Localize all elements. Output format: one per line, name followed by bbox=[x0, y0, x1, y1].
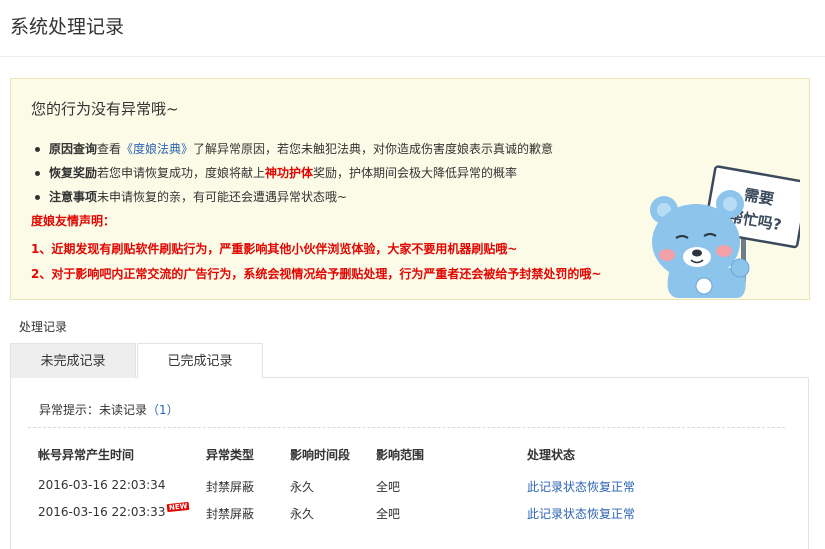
declaration-title: 度娘友情声明： bbox=[31, 214, 116, 228]
bear-paw bbox=[730, 258, 750, 278]
bullet-icon bbox=[35, 194, 40, 200]
list-item-notes: 注意事项 未申请恢复的亲，有可能还会遭遇异常状态哦~ bbox=[35, 185, 553, 209]
records-section-label: 处理记录 bbox=[19, 320, 68, 334]
bullet-icon bbox=[35, 146, 40, 152]
item-text: 了解异常原因，若您未触犯法典，对你造成伤害度娘表示真诚的歉意 bbox=[193, 142, 554, 156]
tab-incomplete-records[interactable]: 未完成记录 bbox=[10, 343, 136, 378]
chest-badge-icon bbox=[695, 277, 713, 295]
notice-heading: 您的行为没有异常哦~ bbox=[31, 100, 179, 118]
column-header: 影响时间段 bbox=[290, 448, 351, 462]
tab-completed-records[interactable]: 已完成记录 bbox=[137, 343, 263, 379]
mascot-bear-illustration: 需要 帮忙吗? bbox=[650, 165, 800, 298]
cell-duration: 永久 bbox=[290, 480, 315, 494]
column-header: 影响范围 bbox=[376, 448, 425, 462]
notice-list: 原因查询 查看 《度娘法典》 了解异常原因，若您未触犯法典，对你造成伤害度娘表示… bbox=[35, 137, 553, 209]
item-label: 原因查询 bbox=[49, 142, 98, 156]
cell-status-link[interactable]: 此记录状态恢复正常 bbox=[527, 505, 635, 522]
cell-scope: 全吧 bbox=[376, 480, 401, 494]
law-link[interactable]: 《度娘法典》 bbox=[121, 140, 193, 158]
cell-type: 封禁屏蔽 bbox=[206, 507, 255, 521]
list-item-reward: 恢复奖励 若您申请恢复成功，度娘将献上 神功护体 奖励，护体期间会极大降低异常的… bbox=[35, 161, 553, 185]
reward-highlight: 神功护体 bbox=[265, 166, 314, 180]
title-divider bbox=[0, 56, 825, 57]
hint-label: 异常提示：未读记录 bbox=[39, 403, 148, 417]
item-text: 奖励，护体期间会极大降低异常的概率 bbox=[313, 166, 518, 180]
dashed-divider bbox=[28, 427, 785, 428]
item-label: 恢复奖励 bbox=[49, 166, 98, 180]
declaration-item: 2、对于影响吧内正常交流的广告行为，系统会视情况给予删贴处理，行为严重者还会被给… bbox=[31, 267, 602, 281]
cell-duration: 永久 bbox=[290, 507, 315, 521]
cell-status-link[interactable]: 此记录状态恢复正常 bbox=[527, 478, 635, 495]
records-tabs: 未完成记录 已完成记录 bbox=[10, 343, 809, 379]
cell-time-text: 2016-03-16 22:03:33 bbox=[38, 505, 166, 519]
cell-time: 2016-03-16 22:03:34 bbox=[38, 478, 166, 492]
unread-hint: 异常提示：未读记录（1） bbox=[39, 401, 179, 418]
page-title: 系统处理记录 bbox=[10, 16, 125, 38]
new-badge-icon: NEW bbox=[167, 501, 191, 513]
cell-time: 2016-03-16 22:03:33 NEW bbox=[38, 501, 191, 519]
item-text: 查看 bbox=[97, 142, 122, 156]
cell-scope: 全吧 bbox=[376, 507, 401, 521]
list-item-reason: 原因查询 查看 《度娘法典》 了解异常原因，若您未触犯法典，对你造成伤害度娘表示… bbox=[35, 137, 553, 161]
bullet-icon bbox=[35, 170, 40, 176]
item-label: 注意事项 bbox=[49, 190, 98, 204]
column-header: 异常类型 bbox=[206, 448, 255, 462]
bear-nose bbox=[692, 249, 702, 257]
item-text: 若您申请恢复成功，度娘将献上 bbox=[97, 166, 266, 180]
column-header: 处理状态 bbox=[527, 448, 576, 462]
bear-cheek bbox=[659, 249, 675, 261]
column-header: 帐号异常产生时间 bbox=[38, 448, 135, 462]
cell-type: 封禁屏蔽 bbox=[206, 480, 255, 494]
bear-cheek bbox=[716, 245, 732, 257]
declaration-item: 1、近期发现有刷贴软件刷贴行为，严重影响其他小伙伴浏览体验，大家不要用机器刷贴哦… bbox=[31, 242, 518, 256]
bear-head bbox=[652, 204, 740, 280]
item-text: 未申请恢复的亲，有可能还会遭遇异常状态哦~ bbox=[97, 190, 348, 204]
unread-count-link[interactable]: （1） bbox=[147, 403, 179, 417]
